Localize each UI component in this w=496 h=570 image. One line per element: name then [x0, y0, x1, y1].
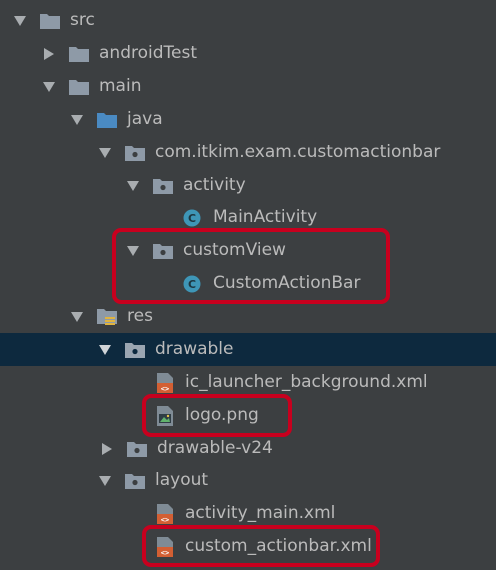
- folder-icon: [69, 78, 89, 96]
- folder-icon: [69, 45, 89, 63]
- tree-node-label: src: [70, 10, 95, 30]
- svg-text:<>: <>: [161, 385, 169, 393]
- package-icon: [125, 144, 145, 162]
- tree-node-label: java: [127, 109, 163, 129]
- triangle-down-icon[interactable]: [43, 81, 55, 93]
- tree-node-logo-png[interactable]: logo.png: [0, 399, 496, 432]
- tree-node-label: activity_main.xml: [185, 503, 336, 523]
- tree-node-mainactivity[interactable]: C MainActivity: [0, 201, 496, 234]
- tree-node-label: customView: [183, 240, 286, 260]
- svg-text:C: C: [188, 212, 196, 225]
- tree-node-src[interactable]: src: [0, 4, 496, 37]
- tree-node-label: main: [99, 76, 142, 96]
- triangle-down-icon[interactable]: [99, 344, 111, 356]
- tree-node-custom-actionbar-xml[interactable]: <> custom_actionbar.xml: [0, 530, 496, 563]
- svg-text:<>: <>: [161, 549, 169, 557]
- tree-node-drawable[interactable]: drawable: [0, 333, 496, 366]
- svg-text:C: C: [188, 278, 196, 291]
- tree-node-label: res: [127, 306, 153, 326]
- triangle-down-icon[interactable]: [71, 311, 83, 323]
- triangle-down-icon[interactable]: [127, 245, 139, 257]
- tree-node-ic-launcher-background[interactable]: <> ic_launcher_background.xml: [0, 366, 496, 399]
- triangle-down-icon[interactable]: [99, 475, 111, 487]
- tree-node-customactionbar[interactable]: C CustomActionBar: [0, 267, 496, 300]
- tree-node-label: layout: [155, 470, 209, 490]
- triangle-down-icon[interactable]: [99, 147, 111, 159]
- tree-node-androidtest[interactable]: androidTest: [0, 37, 496, 70]
- tree-node-package-root[interactable]: com.itkim.exam.customactionbar: [0, 136, 496, 169]
- tree-node-label: drawable: [155, 339, 234, 359]
- tree-node-customview[interactable]: customView: [0, 234, 496, 267]
- source-folder-icon: [97, 111, 117, 129]
- tree-node-label: ic_launcher_background.xml: [185, 372, 428, 392]
- tree-node-label: androidTest: [99, 43, 197, 63]
- triangle-right-icon[interactable]: [101, 442, 113, 455]
- package-icon: [125, 472, 145, 490]
- tree-node-layout[interactable]: layout: [0, 464, 496, 497]
- package-icon: [153, 177, 173, 195]
- image-file-icon: [155, 405, 175, 426]
- tree-node-java[interactable]: java: [0, 103, 496, 136]
- tree-node-drawable-v24[interactable]: drawable-v24: [0, 432, 496, 465]
- tree-node-label: logo.png: [185, 405, 259, 425]
- package-icon: [125, 341, 145, 359]
- resource-folder-icon: [97, 308, 117, 326]
- triangle-down-icon[interactable]: [71, 114, 83, 126]
- tree-node-label: custom_actionbar.xml: [185, 536, 372, 556]
- svg-text:<>: <>: [161, 516, 169, 524]
- class-icon: C: [183, 275, 203, 293]
- folder-icon: [40, 12, 60, 30]
- triangle-down-icon[interactable]: [127, 180, 139, 192]
- triangle-down-icon[interactable]: [14, 15, 26, 27]
- xml-file-icon: <>: [155, 372, 175, 393]
- tree-node-label: activity: [183, 175, 246, 195]
- tree-node-label: com.itkim.exam.customactionbar: [155, 142, 441, 162]
- package-icon: [153, 242, 173, 260]
- tree-node-activity-main-xml[interactable]: <> activity_main.xml: [0, 497, 496, 530]
- tree-node-label: CustomActionBar: [213, 273, 361, 293]
- tree-node-activity[interactable]: activity: [0, 169, 496, 202]
- tree-node-res[interactable]: res: [0, 300, 496, 333]
- tree-node-main[interactable]: main: [0, 70, 496, 103]
- tree-node-label: MainActivity: [213, 207, 318, 227]
- tree-node-label: drawable-v24: [157, 438, 273, 458]
- project-tree: src androidTest main java com.itkim.exam…: [0, 0, 496, 570]
- xml-file-icon: <>: [155, 536, 175, 557]
- triangle-right-icon[interactable]: [43, 47, 55, 60]
- class-icon: C: [183, 209, 203, 227]
- xml-file-icon: <>: [155, 503, 175, 524]
- package-icon: [127, 440, 147, 458]
